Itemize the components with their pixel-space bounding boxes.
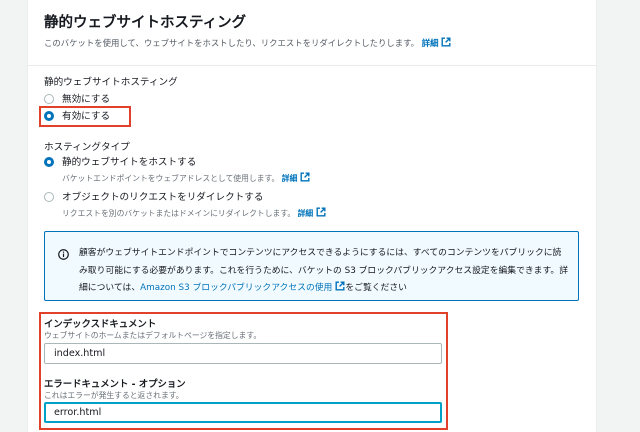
alert-message: 顧客がウェブサイトエンドポイントでコンテンツにアクセスできるようにするには、すべ… — [79, 245, 569, 298]
section-description-text: このバケットを使用して、ウェブサイトをホストしたり、リクエストをリダイレクトした… — [44, 38, 420, 48]
radio-host-static-label: 静的ウェブサイトをホストする — [62, 157, 197, 168]
hosting-toggle-label: 静的ウェブサイトホスティング — [44, 77, 178, 88]
radio-host-static-description: バケットエンドポイントをウェブアドレスとして使用します。 詳細 — [62, 172, 310, 184]
radio-redirect[interactable]: オブジェクトのリクエストをリダイレクトする — [44, 191, 263, 204]
external-link-icon — [441, 37, 451, 47]
index-document-description: ウェブサイトのホームまたはデフォルトページを指定します。 — [44, 331, 262, 340]
index-document-input[interactable]: index.html — [44, 343, 442, 364]
radio-enable[interactable]: 有効にする — [44, 110, 110, 123]
radio-host-static[interactable]: 静的ウェブサイトをホストする — [44, 156, 196, 169]
host-static-details-link[interactable]: 詳細 — [282, 174, 298, 183]
radio-redirect-label: オブジェクトのリクエストをリダイレクトする — [62, 192, 264, 203]
error-document-description: これはエラーが発生すると返されます。 — [44, 391, 184, 400]
radio-disable-control[interactable] — [44, 94, 54, 104]
hosting-type-label: ホスティングタイプ — [44, 142, 130, 153]
info-icon — [58, 249, 69, 260]
panel-header: 静的ウェブサイトホスティング このバケットを使用して、ウェブサイトをホストしたり… — [28, 0, 596, 66]
alert-text-after: をご覧ください — [345, 283, 407, 293]
redirect-desc-text: リクエストを別のバケットまたはドメインにリダイレクトします。 — [62, 209, 296, 218]
details-link[interactable]: 詳細 — [422, 38, 439, 48]
public-access-info-alert: 顧客がウェブサイトエンドポイントでコンテンツにアクセスできるようにするには、すべ… — [44, 231, 579, 301]
error-document-label: エラードキュメント - オプション — [44, 379, 186, 390]
radio-host-static-control[interactable] — [44, 157, 54, 167]
block-public-access-link[interactable]: Amazon S3 ブロックパブリックアクセスの使用 — [140, 283, 332, 293]
section-title: 静的ウェブサイトホスティング — [44, 15, 247, 31]
radio-disable-label: 無効にする — [62, 94, 111, 105]
radio-disable[interactable]: 無効にする — [44, 93, 110, 106]
host-static-desc-text: バケットエンドポイントをウェブアドレスとして使用します。 — [62, 174, 280, 183]
radio-redirect-control[interactable] — [44, 192, 54, 202]
error-document-input[interactable]: error.html — [44, 402, 442, 423]
section-description: このバケットを使用して、ウェブサイトをホストしたり、リクエストをリダイレクトした… — [44, 37, 451, 49]
static-website-hosting-panel: 静的ウェブサイトホスティング このバケットを使用して、ウェブサイトをホストしたり… — [27, 0, 597, 432]
redirect-details-link[interactable]: 詳細 — [298, 209, 314, 218]
external-link-icon — [335, 281, 345, 291]
external-link-icon — [300, 172, 310, 182]
index-document-label: インデックスドキュメント — [44, 319, 157, 330]
radio-enable-control[interactable] — [44, 111, 54, 121]
external-link-icon — [316, 207, 326, 217]
radio-enable-label: 有効にする — [62, 111, 111, 122]
radio-redirect-description: リクエストを別のバケットまたはドメインにリダイレクトします。 詳細 — [62, 207, 326, 219]
